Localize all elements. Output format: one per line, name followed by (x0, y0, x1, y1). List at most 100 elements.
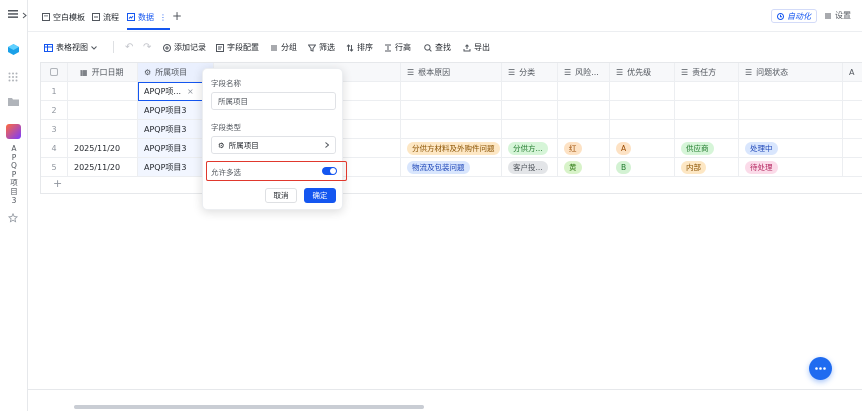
column-header-root-cause[interactable]: ☰ 根本原因 (401, 63, 502, 82)
option-tag: 供应商 (681, 141, 714, 155)
table-cell-num[interactable]: 1 (41, 82, 68, 101)
grid-apps-icon[interactable] (8, 72, 18, 82)
settings-button[interactable]: 设置 (824, 10, 851, 21)
confirm-button[interactable]: 确定 (304, 188, 336, 203)
more-icon (815, 367, 826, 370)
table-cell-cat[interactable] (502, 82, 558, 101)
folder-icon[interactable] (8, 97, 19, 106)
horizontal-scrollbar[interactable] (74, 405, 424, 409)
table-cell-cause[interactable] (401, 82, 502, 101)
column-header-risk[interactable]: ☰ 风险... (558, 63, 610, 82)
search-button[interactable]: 查找 (424, 42, 451, 53)
tab-blank-template[interactable]: 空白模板 (42, 10, 85, 24)
table-cell-date[interactable] (68, 82, 138, 101)
tab-data[interactable]: 数据 ⋮ (127, 10, 167, 24)
table-cell-cat[interactable]: 分供方... (502, 139, 558, 158)
table-cell-num[interactable]: 4 (41, 139, 68, 158)
star-icon[interactable] (8, 213, 18, 223)
collapse-chevron-icon[interactable] (22, 12, 27, 19)
table-cell-risk[interactable]: 红 (558, 139, 610, 158)
column-header-text[interactable]: A (843, 63, 862, 82)
export-button[interactable]: 导出 (463, 42, 490, 53)
column-header-status[interactable]: ☰ 问题状态 (739, 63, 843, 82)
table-cell-cause[interactable]: 物流及包装问题 (401, 158, 502, 177)
select-all-checkbox[interactable] (41, 63, 68, 82)
cancel-button[interactable]: 取消 (265, 188, 297, 203)
column-label: 风险... (575, 67, 599, 77)
menu-icon[interactable] (8, 10, 18, 18)
filter-button[interactable]: 筛选 (308, 42, 335, 53)
table-cell-risk[interactable]: 黄 (558, 158, 610, 177)
table-cell-num[interactable]: 2 (41, 101, 68, 120)
table-cell[interactable] (843, 158, 862, 177)
table-cell-num[interactable]: 5 (41, 158, 68, 177)
table-cell-cause[interactable] (401, 120, 502, 139)
column-header-priority[interactable]: ☰ 优先级 (610, 63, 675, 82)
table-cell-owner[interactable]: 供应商 (675, 139, 739, 158)
add-tab-icon[interactable]: + (172, 10, 182, 22)
table-cell-prio[interactable] (610, 101, 675, 120)
table-cell[interactable] (843, 139, 862, 158)
group-label: 分组 (281, 43, 297, 52)
more-fab-button[interactable] (809, 357, 832, 380)
table-cell-cause[interactable]: 分供方材料及外购件问题 (401, 139, 502, 158)
automation-button[interactable]: 自动化 (771, 9, 817, 23)
column-label: 分类 (519, 67, 536, 77)
column-header-open-date[interactable]: ▦ 开口日期 (68, 63, 138, 82)
cell-text: APQP项... (144, 86, 182, 96)
table-cell-owner[interactable] (675, 82, 739, 101)
column-header-owner[interactable]: ☰ 责任方 (675, 63, 739, 82)
table-cell-date[interactable] (68, 120, 138, 139)
undo-icon[interactable]: ↶ (125, 42, 133, 53)
row-height-button[interactable]: 行高 (384, 42, 411, 53)
tab-menu-icon[interactable]: ⋮ (159, 13, 167, 22)
column-label: 根本原因 (418, 67, 451, 77)
column-header-category[interactable]: ☰ 分类 (502, 63, 558, 82)
table-cell-owner[interactable]: 内部 (675, 158, 739, 177)
cell-text: APQP项目3 (144, 143, 187, 153)
table-cell[interactable] (843, 82, 862, 101)
multi-select-toggle[interactable] (322, 167, 337, 175)
table-cell-status[interactable] (739, 82, 843, 101)
chevron-down-icon (91, 45, 97, 50)
table-cell-owner[interactable] (675, 120, 739, 139)
table-cell-num[interactable]: 3 (41, 120, 68, 139)
table-cell-date[interactable]: 2025/11/20 (68, 139, 138, 158)
field-name-input[interactable]: 所属项目 (211, 92, 336, 110)
table-cell-status[interactable]: 处理中 (739, 139, 843, 158)
tab-process[interactable]: 流程 (92, 10, 119, 24)
add-row-icon[interactable]: + (53, 177, 62, 190)
table-cell[interactable] (843, 120, 862, 139)
table-cell-status[interactable] (739, 101, 843, 120)
table-cell-prio[interactable] (610, 82, 675, 101)
table-cell-prio[interactable]: B (610, 158, 675, 177)
field-config-button[interactable]: 字段配置 (216, 42, 259, 53)
table-cell-date[interactable] (68, 101, 138, 120)
table-cell-prio[interactable] (610, 120, 675, 139)
table-cell-cause[interactable] (401, 101, 502, 120)
table-cell-status[interactable] (739, 120, 843, 139)
table-cell-cat[interactable] (502, 120, 558, 139)
table-cell-prio[interactable]: A (610, 139, 675, 158)
view-switcher[interactable]: 表格视图 (44, 42, 97, 53)
footer-divider (28, 389, 862, 390)
project-avatar[interactable] (6, 124, 21, 139)
sort-button[interactable]: 排序 (346, 42, 373, 53)
add-record-button[interactable]: 添加记录 (163, 42, 206, 53)
table-cell-cat[interactable]: 客户投... (502, 158, 558, 177)
field-config-label: 字段配置 (227, 43, 259, 52)
table-cell[interactable] (843, 101, 862, 120)
table-cell-risk[interactable] (558, 82, 610, 101)
field-type-select[interactable]: ⚙ 所属项目 (211, 136, 336, 154)
table-cell-status[interactable]: 待处理 (739, 158, 843, 177)
remove-tag-icon[interactable]: × (187, 87, 194, 96)
table-cell-risk[interactable] (558, 120, 610, 139)
table-cell-cat[interactable] (502, 101, 558, 120)
option-tag: 内部 (681, 160, 706, 174)
table-cell-date[interactable]: 2025/11/20 (68, 158, 138, 177)
table-cell-risk[interactable] (558, 101, 610, 120)
app-cube-icon[interactable] (8, 44, 19, 55)
redo-icon[interactable]: ↷ (143, 42, 151, 53)
group-button[interactable]: 分组 (270, 42, 297, 53)
table-cell-owner[interactable] (675, 101, 739, 120)
